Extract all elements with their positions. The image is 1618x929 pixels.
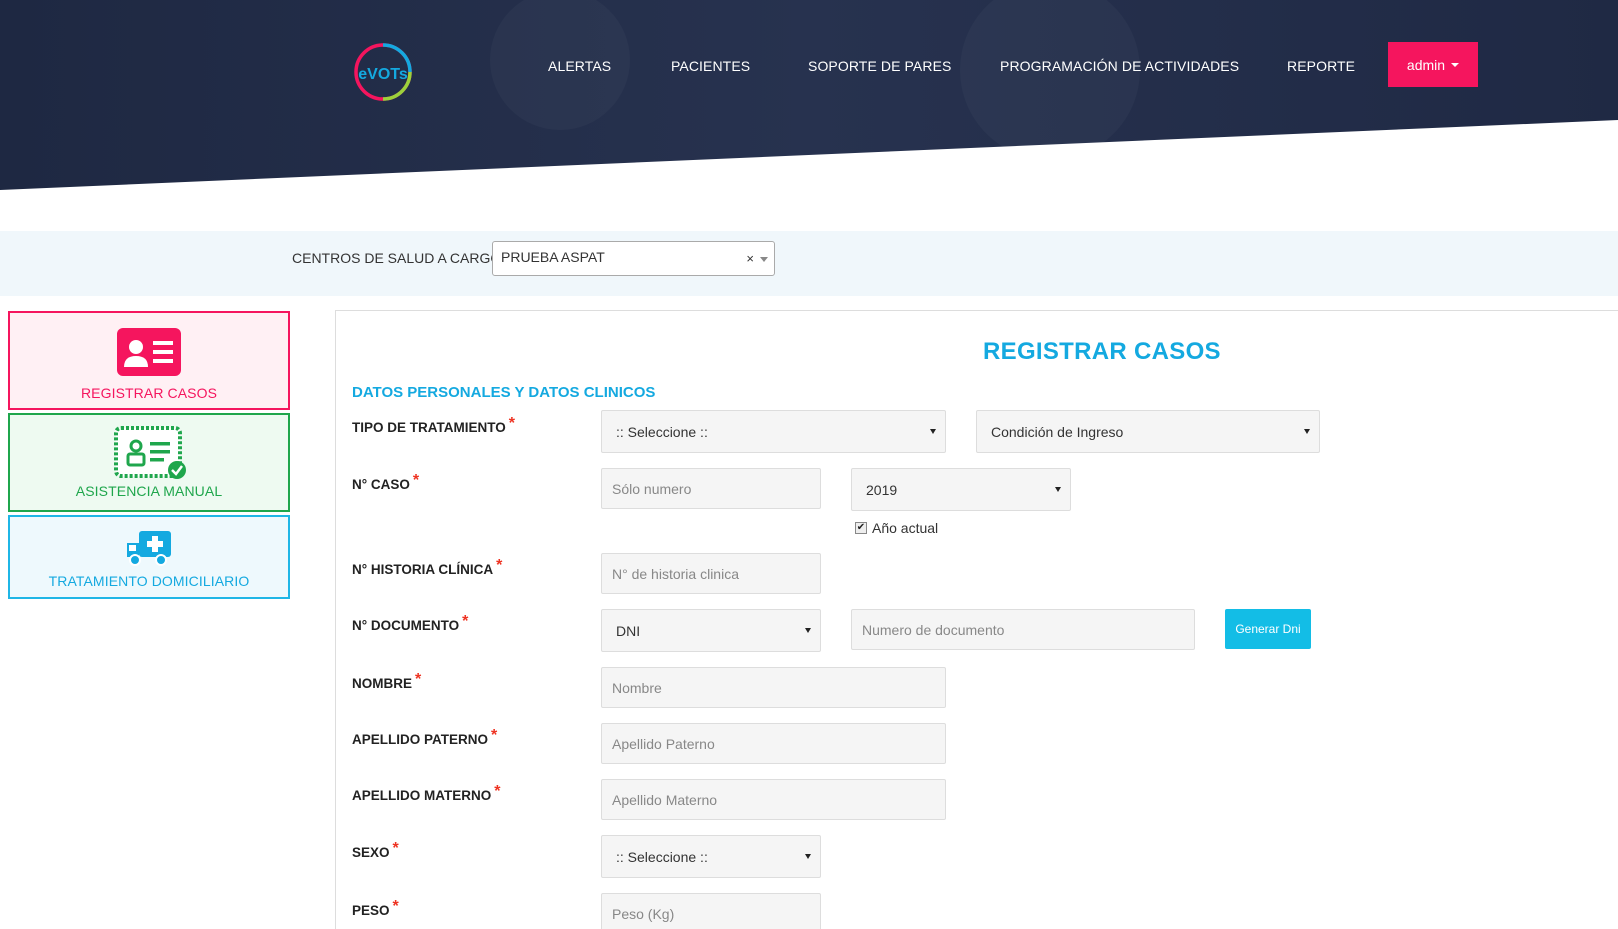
condicion-ingreso-select[interactable]: Condición de Ingreso	[976, 410, 1320, 453]
clear-icon[interactable]: ×	[746, 251, 754, 266]
label-apellido-paterno: APELLIDO PATERNO *	[352, 727, 497, 749]
main-nav: ALERTAS PACIENTES SOPORTE DE PARES PROGR…	[0, 58, 1618, 78]
required-mark: *	[491, 727, 498, 744]
tipo-tratamiento-select[interactable]: :: Seleccione ::	[601, 410, 946, 453]
historia-clinica-input[interactable]: N° de historia clinica	[601, 553, 821, 594]
dropdown-arrow-icon	[930, 429, 936, 434]
nav-item-alertas[interactable]: ALERTAS	[548, 58, 611, 74]
user-menu-button[interactable]: admin	[1388, 42, 1478, 87]
label-caso: N° CASO *	[352, 472, 419, 494]
label-documento: N° DOCUMENTO *	[352, 613, 468, 635]
nav-item-reporte[interactable]: REPORTE	[1287, 58, 1355, 74]
required-mark: *	[412, 472, 420, 489]
label-peso: PESO *	[352, 898, 399, 920]
peso-input[interactable]: Peso (Kg)	[601, 893, 821, 929]
nav-item-programacion[interactable]: PROGRAMACIÓN DE ACTIVIDADES	[1000, 58, 1239, 74]
apellido-materno-input[interactable]: Apellido Materno	[601, 779, 946, 820]
placeholder-text: Peso (Kg)	[612, 905, 675, 922]
numero-documento-input[interactable]: Numero de documento	[851, 609, 1195, 650]
label-text: N° HISTORIA CLÍNICA	[352, 562, 494, 577]
dropdown-arrow-icon	[1055, 487, 1061, 492]
checkbox-label: Año actual	[872, 520, 939, 536]
nav-item-pacientes[interactable]: PACIENTES	[671, 58, 750, 74]
caso-input[interactable]: Sólo numero	[601, 468, 821, 509]
sexo-select[interactable]: :: Seleccione ::	[601, 835, 821, 878]
required-mark: *	[462, 613, 469, 630]
centers-select[interactable]: PRUEBA ASPAT ×	[492, 241, 775, 276]
select-value: DNI	[616, 622, 641, 639]
required-mark: *	[494, 783, 501, 800]
label-text: N° CASO	[352, 477, 410, 492]
sidebar-item-tratamiento-domiciliario[interactable]: TRATAMIENTO DOMICILIARIO	[8, 515, 290, 599]
select-value: :: Seleccione ::	[616, 423, 708, 440]
dropdown-arrow-icon	[760, 257, 768, 262]
tipo-documento-select[interactable]: DNI	[601, 609, 821, 652]
label-text: APELLIDO PATERNO	[352, 732, 489, 747]
required-mark: *	[415, 671, 422, 688]
placeholder-text: Numero de documento	[862, 621, 1005, 638]
placeholder-text: Nombre	[612, 679, 662, 696]
centers-bar	[0, 231, 1618, 296]
apellido-paterno-input[interactable]: Apellido Paterno	[601, 723, 946, 764]
required-mark: *	[508, 415, 515, 432]
select-value: Condición de Ingreso	[991, 423, 1124, 440]
header-background	[0, 0, 1618, 190]
id-card-check-icon	[114, 426, 186, 479]
user-menu-label: admin	[1406, 56, 1446, 73]
sidebar-item-label: TRATAMIENTO DOMICILIARIO	[48, 573, 250, 589]
label-text: APELLIDO MATERNO	[352, 788, 492, 803]
sidebar-item-label: REGISTRAR CASOS	[80, 385, 218, 401]
top-header: eVOTs ALERTAS PACIENTES SOPORTE DE PARES…	[0, 0, 1618, 200]
page-title: REGISTRAR CASOS	[983, 338, 1221, 365]
nombre-input[interactable]: Nombre	[601, 667, 946, 708]
id-card-icon	[117, 328, 181, 376]
label-nombre: NOMBRE *	[352, 671, 421, 693]
centers-label: CENTROS DE SALUD A CARGO :	[292, 250, 510, 266]
sidebar-item-asistencia-manual[interactable]: ASISTENCIA MANUAL	[8, 413, 290, 512]
placeholder-text: Sólo numero	[612, 480, 692, 497]
dropdown-arrow-icon	[805, 854, 811, 859]
centers-selected-value: PRUEBA ASPAT	[501, 249, 605, 265]
generar-dni-button[interactable]: Generar Dni	[1225, 609, 1311, 649]
dropdown-arrow-icon	[1304, 429, 1310, 434]
select-value: 2019	[866, 481, 898, 498]
ambulance-icon	[127, 531, 171, 566]
required-mark: *	[392, 898, 399, 915]
section-title: DATOS PERSONALES Y DATOS CLINICOS	[352, 384, 656, 401]
label-tipo-tratamiento: TIPO DE TRATAMIENTO *	[352, 415, 515, 437]
checkbox-checked-icon[interactable]: ✔	[855, 522, 867, 534]
sidebar-item-label: ASISTENCIA MANUAL	[75, 483, 223, 499]
select-value: :: Seleccione ::	[616, 848, 708, 865]
label-sexo: SEXO *	[352, 840, 399, 862]
label-text: TIPO DE TRATAMIENTO	[352, 420, 506, 435]
placeholder-text: Apellido Paterno	[612, 735, 715, 752]
label-text: NOMBRE	[352, 676, 412, 691]
dropdown-arrow-icon	[805, 628, 811, 633]
label-text: N° DOCUMENTO	[352, 618, 460, 633]
sidebar-item-registrar-casos[interactable]: REGISTRAR CASOS	[8, 311, 290, 410]
anio-select[interactable]: 2019	[851, 468, 1071, 511]
label-text: PESO	[352, 903, 390, 918]
caret-down-icon	[1451, 62, 1460, 67]
anio-actual-checkbox[interactable]: ✔ Año actual	[855, 520, 938, 536]
nav-item-soporte-de-pares[interactable]: SOPORTE DE PARES	[808, 58, 951, 74]
placeholder-text: Apellido Materno	[612, 791, 718, 808]
required-mark: *	[392, 840, 399, 857]
placeholder-text: N° de historia clinica	[612, 565, 739, 582]
label-apellido-materno: APELLIDO MATERNO *	[352, 783, 500, 805]
label-historia-clinica: N° HISTORIA CLÍNICA *	[352, 557, 502, 579]
label-text: SEXO	[352, 845, 390, 860]
required-mark: *	[496, 557, 503, 574]
